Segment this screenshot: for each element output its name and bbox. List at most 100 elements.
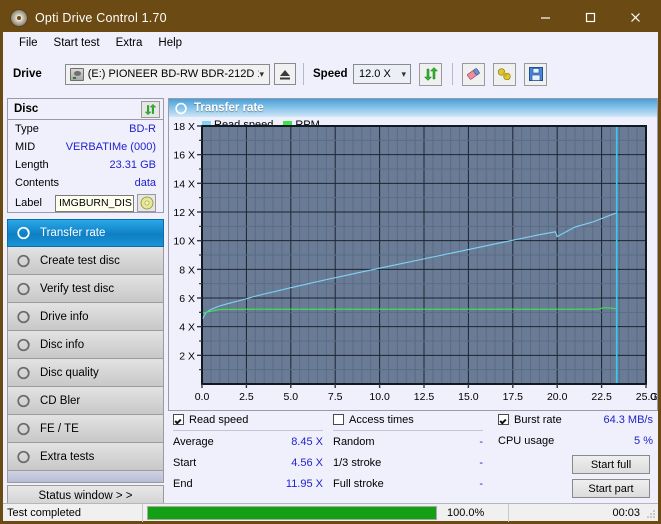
stat-value: 4.56 X xyxy=(291,456,323,469)
minimize-icon[interactable] xyxy=(523,3,568,32)
sidebar-item-disc-info[interactable]: Disc info xyxy=(7,331,164,359)
read-speed-checkbox-row[interactable]: Read speed xyxy=(173,411,323,428)
sidebar-item-label: Transfer rate xyxy=(40,227,106,239)
stat-value: - xyxy=(479,435,483,448)
stat-row-random: Random - xyxy=(333,431,483,452)
speed-select[interactable]: 12.0 X ▾ xyxy=(353,64,411,84)
disc-panel-header: Disc xyxy=(8,99,163,120)
read-speed-checkbox[interactable] xyxy=(173,414,184,425)
burst-rate-group: Burst rate 64.3 MB/s CPU usage 5 % Start… xyxy=(498,411,653,498)
disc-test-icon xyxy=(174,102,189,115)
disc-test-icon xyxy=(14,450,34,464)
svg-text:16 X: 16 X xyxy=(173,150,195,162)
disc-label-input[interactable]: IMGBURN_DIS xyxy=(55,194,134,212)
resize-grip-icon[interactable] xyxy=(646,509,656,519)
transfer-rate-chart: 2 X 4 X 6 X 8 X 10 X 12 X 14 X 16 X 18 X 0.0 2.5 5.… xyxy=(173,121,657,403)
stat-value: - xyxy=(479,477,483,490)
progress-percent: 100.0% xyxy=(441,503,509,522)
stat-key: Start xyxy=(173,456,197,469)
disc-row-mid: MID VERBATIMe (000) xyxy=(8,138,163,156)
stat-key: Full stroke xyxy=(333,477,384,490)
close-icon[interactable] xyxy=(613,3,658,32)
panel-title: Transfer rate xyxy=(194,102,264,114)
disc-row-type: Type BD-R xyxy=(8,120,163,138)
burst-rate-label: Burst rate xyxy=(514,413,562,426)
burst-rate-checkbox[interactable] xyxy=(498,414,509,425)
sidebar: Transfer rate Create test disc Verify te… xyxy=(7,219,164,483)
sidebar-item-label: Verify test disc xyxy=(40,282,115,295)
drive-select[interactable]: (E:) PIONEER BD-RW BDR-212D 1.00 ▾ xyxy=(65,63,270,85)
menu-item-start-test[interactable]: Start test xyxy=(46,35,108,51)
speed-label: Speed xyxy=(313,68,348,80)
svg-text:8 X: 8 X xyxy=(179,264,195,276)
access-times-checkbox-row[interactable]: Access times xyxy=(333,411,483,428)
menu-item-file[interactable]: File xyxy=(11,35,46,51)
svg-text:0.0: 0.0 xyxy=(195,391,210,403)
svg-text:6 X: 6 X xyxy=(179,293,195,305)
drive-label: Drive xyxy=(13,68,42,80)
stat-value: - xyxy=(479,456,483,469)
progress-bar xyxy=(147,505,437,520)
disc-row-key: Type xyxy=(15,123,39,135)
sidebar-item-label: Drive info xyxy=(40,310,89,323)
burst-rate-checkbox-row[interactable]: Burst rate 64.3 MB/s xyxy=(498,411,653,428)
refresh-button[interactable] xyxy=(419,62,442,86)
stat-row-cpu-usage: CPU usage 5 % xyxy=(498,431,653,450)
disc-test-icon xyxy=(14,310,34,324)
sidebar-filler xyxy=(7,471,164,483)
eject-button[interactable] xyxy=(274,63,296,85)
separator xyxy=(452,63,453,85)
status-bar: Test completed 100.0% 00:03 xyxy=(3,503,658,522)
svg-text:10.0: 10.0 xyxy=(369,391,390,403)
maximize-icon[interactable] xyxy=(568,3,613,32)
svg-text:4 X: 4 X xyxy=(179,322,195,334)
connector-button[interactable] xyxy=(493,62,516,86)
sidebar-item-drive-info[interactable]: Drive info xyxy=(7,303,164,331)
svg-text:12.5: 12.5 xyxy=(414,391,435,403)
svg-text:22.5: 22.5 xyxy=(591,391,612,403)
svg-text:17.5: 17.5 xyxy=(503,391,524,403)
stat-row-average: Average 8.45 X xyxy=(173,431,323,452)
save-button[interactable] xyxy=(524,62,547,86)
stat-value: 8.45 X xyxy=(291,435,323,448)
burst-rate-value: 64.3 MB/s xyxy=(603,413,653,426)
disc-label-button[interactable] xyxy=(137,194,156,212)
menu-item-extra[interactable]: Extra xyxy=(108,35,151,51)
stat-row-third-stroke: 1/3 stroke - xyxy=(333,452,483,473)
sidebar-item-fe-te[interactable]: FE / TE xyxy=(7,415,164,443)
start-full-button[interactable]: Start full xyxy=(572,455,650,474)
disc-test-icon xyxy=(14,282,34,296)
svg-text:2.5: 2.5 xyxy=(239,391,254,403)
panel-header: Transfer rate xyxy=(169,99,657,117)
stat-row-full-stroke: Full stroke - xyxy=(333,473,483,494)
sidebar-item-extra-tests[interactable]: Extra tests xyxy=(7,443,164,471)
access-times-group: Access times Random - 1/3 stroke - Full … xyxy=(333,411,483,494)
menu-item-help[interactable]: Help xyxy=(150,35,190,51)
svg-text:5.0: 5.0 xyxy=(283,391,298,403)
disc-row-value: 23.31 GB xyxy=(109,159,156,171)
sidebar-item-label: FE / TE xyxy=(40,422,79,435)
sidebar-item-label: Extra tests xyxy=(40,450,95,463)
disc-test-icon xyxy=(14,366,34,380)
menu-bar: File Start test Extra Help xyxy=(3,32,658,54)
window-title: Opti Drive Control 1.70 xyxy=(35,10,167,25)
disc-refresh-button[interactable] xyxy=(141,100,160,118)
svg-text:18 X: 18 X xyxy=(173,121,195,133)
erase-button[interactable] xyxy=(462,62,485,86)
sidebar-item-transfer-rate[interactable]: Transfer rate xyxy=(7,219,164,247)
disc-test-icon xyxy=(14,394,34,408)
disc-panel: Disc Type BD-R MID VERBATIMe (000) Lengt… xyxy=(7,98,164,213)
start-part-button[interactable]: Start part xyxy=(572,479,650,498)
disc-row-key: MID xyxy=(15,141,36,153)
disc-row-value: BD-R xyxy=(129,123,156,135)
access-times-checkbox[interactable] xyxy=(333,414,344,425)
sidebar-item-label: Disc quality xyxy=(40,366,99,379)
sidebar-item-cd-bler[interactable]: CD Bler xyxy=(7,387,164,415)
sidebar-item-disc-quality[interactable]: Disc quality xyxy=(7,359,164,387)
disc-test-icon xyxy=(14,338,34,352)
sidebar-item-verify-test-disc[interactable]: Verify test disc xyxy=(7,275,164,303)
disc-row-contents: Contents data xyxy=(8,174,163,192)
sidebar-item-create-test-disc[interactable]: Create test disc xyxy=(7,247,164,275)
sidebar-item-label: Disc info xyxy=(40,338,85,351)
app-window: Opti Drive Control 1.70 File Start test … xyxy=(0,0,661,524)
